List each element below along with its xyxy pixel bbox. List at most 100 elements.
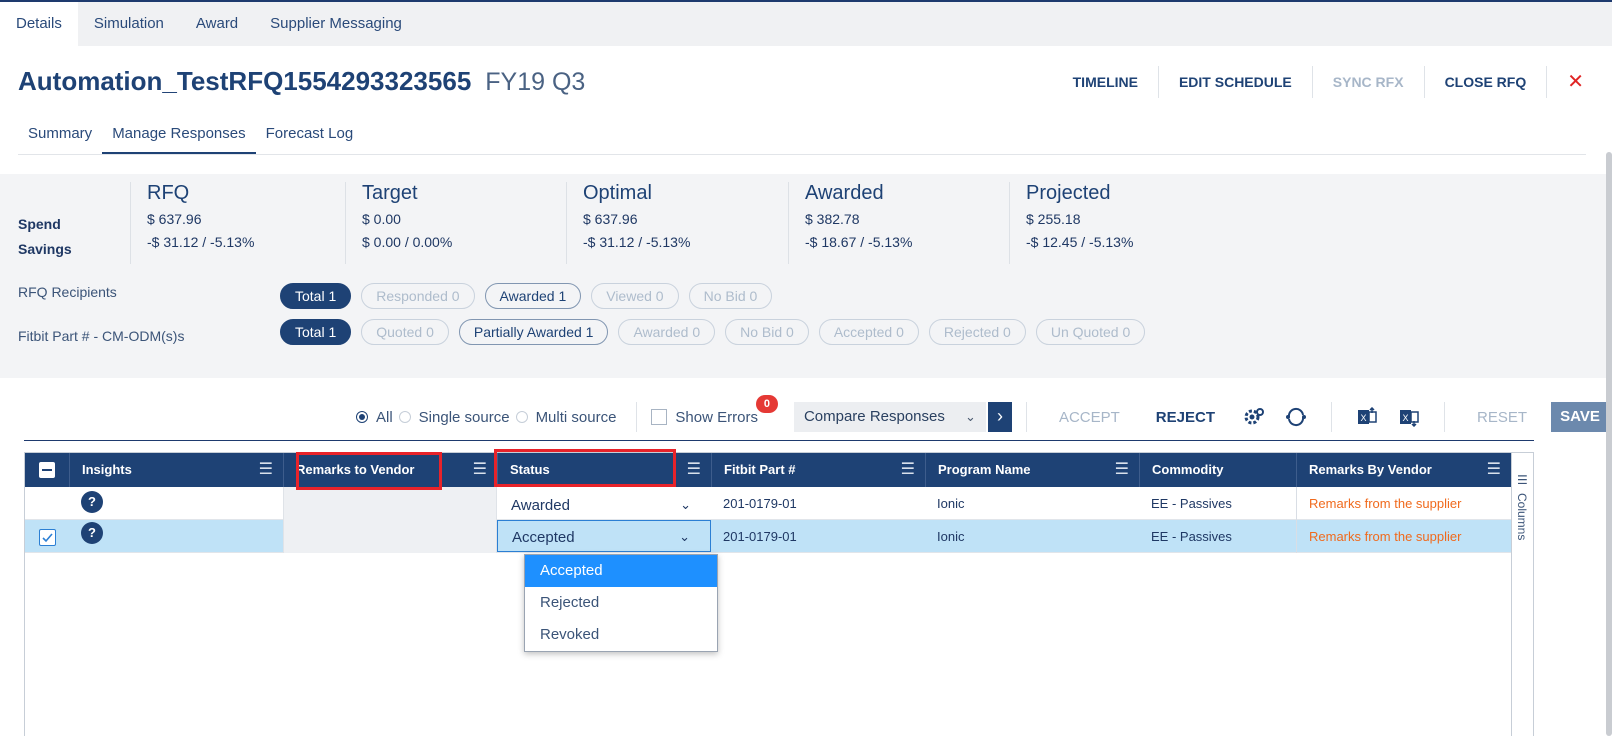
insights-help-icon[interactable]: ?	[81, 491, 103, 513]
pill-parts-total[interactable]: Total 1	[280, 319, 352, 345]
pill-recipients-responded[interactable]: Responded 0	[361, 283, 475, 309]
metric-title: Optimal	[583, 182, 652, 204]
radio-single-source[interactable]: Single source	[398, 409, 510, 426]
metric-target: Target $ 0.00 $ 0.00 / 0.00%	[345, 182, 565, 264]
annotation-highlight-status	[494, 449, 676, 487]
svg-text:X: X	[1360, 413, 1366, 423]
pill-parts-un-quoted[interactable]: Un Quoted 0	[1035, 319, 1146, 345]
pill-recipients-awarded[interactable]: Awarded 1	[484, 283, 582, 309]
column-menu-icon[interactable]: ☰	[259, 453, 273, 487]
pill-recipients-viewed[interactable]: Viewed 0	[591, 283, 679, 309]
column-menu-icon[interactable]: ☰	[473, 453, 487, 487]
reject-button[interactable]: REJECT	[1138, 409, 1233, 426]
metric-savings: $ 0.00 / 0.00%	[362, 234, 453, 250]
metric-awarded: Awarded $ 382.78 -$ 18.67 / -5.13%	[788, 182, 1008, 264]
column-header-label: Insights	[82, 462, 132, 477]
excel-export-icon[interactable]: X	[1346, 402, 1388, 432]
tab-details[interactable]: Details	[0, 2, 78, 46]
metric-spend: $ 255.18	[1026, 211, 1081, 227]
pill-parts-partially-awarded[interactable]: Partially Awarded 1	[458, 319, 609, 345]
status-value: Accepted	[512, 529, 575, 546]
row-checkbox[interactable]	[39, 529, 56, 546]
status-option-accepted[interactable]: Accepted	[525, 555, 717, 587]
metric-spend: $ 637.96	[147, 211, 202, 227]
pill-parts-no-bid[interactable]: No Bid 0	[725, 319, 809, 345]
tab-forecast-log[interactable]: Forecast Log	[256, 122, 364, 154]
column-menu-icon[interactable]: ☰	[687, 453, 701, 487]
show-errors-toggle[interactable]: Show Errors 0	[651, 394, 778, 426]
column-menu-icon[interactable]: ☰	[1487, 453, 1501, 487]
header-actions: TIMELINE EDIT SCHEDULE SYNC RFX CLOSE RF…	[1053, 66, 1592, 98]
pill-parts-awarded[interactable]: Awarded 0	[618, 319, 716, 345]
settings-gear-icon[interactable]	[1233, 402, 1275, 432]
edit-schedule-button[interactable]: EDIT SCHEDULE	[1159, 66, 1313, 98]
select-all-cell	[25, 453, 69, 487]
pill-parts-quoted[interactable]: Quoted 0	[361, 319, 449, 345]
table-row[interactable]: ? Accepted ⌄ 201-0179-01 Ionic EE - Pass…	[25, 520, 1511, 553]
column-header-insights[interactable]: Insights ☰	[69, 453, 283, 487]
remarks-to-vendor-cell[interactable]	[283, 520, 497, 553]
status-select[interactable]: Accepted ⌄	[497, 520, 711, 552]
annotation-highlight-remarks	[296, 452, 442, 490]
remarks-to-vendor-cell[interactable]	[283, 487, 497, 520]
column-header-label: Commodity	[1152, 462, 1224, 477]
timeline-button[interactable]: TIMELINE	[1053, 66, 1159, 98]
fitbit-part-cell: 201-0179-01	[723, 529, 797, 544]
page-title: Automation_TestRFQ1554293323565	[18, 66, 472, 96]
status-option-rejected[interactable]: Rejected	[525, 587, 717, 619]
sync-rfx-button[interactable]: SYNC RFX	[1313, 66, 1425, 98]
reset-button[interactable]: RESET	[1459, 409, 1545, 426]
pill-parts-accepted[interactable]: Accepted 0	[818, 319, 919, 345]
savings-label: Savings	[18, 241, 72, 257]
chevron-down-icon: ⌄	[965, 409, 976, 424]
metric-title: RFQ	[147, 182, 190, 204]
chevron-down-icon: ⌄	[680, 497, 691, 512]
columns-label: Columns	[1515, 493, 1529, 541]
table-row[interactable]: ? Awarded ⌄ 201-0179-01 Ionic EE - Passi…	[25, 487, 1511, 520]
toolbar-divider	[1330, 402, 1332, 432]
column-header-label: Remarks By Vendor	[1309, 462, 1432, 477]
column-header-commodity[interactable]: Commodity	[1139, 453, 1296, 487]
metric-savings: -$ 12.45 / -5.13%	[1026, 234, 1134, 250]
tab-award[interactable]: Award	[180, 2, 254, 46]
tab-summary[interactable]: Summary	[18, 122, 102, 154]
column-header-fitbit-part[interactable]: Fitbit Part # ☰	[711, 453, 925, 487]
metric-spend: $ 0.00	[362, 211, 401, 227]
insights-help-icon[interactable]: ?	[81, 522, 103, 544]
accept-button[interactable]: ACCEPT	[1041, 409, 1138, 426]
compare-responses-select[interactable]: Compare Responses ⌄	[793, 402, 986, 432]
radio-multi-source[interactable]: Multi source	[515, 409, 616, 426]
show-errors-label: Show Errors	[675, 408, 758, 426]
summary-panel: Spend Savings RFQ $ 637.96 -$ 31.12 / -5…	[0, 174, 1612, 378]
compare-go-button[interactable]: ›	[987, 402, 1012, 432]
save-button[interactable]: SAVE	[1551, 402, 1609, 432]
page-title-row: Automation_TestRFQ1554293323565 FY19 Q3	[18, 66, 585, 97]
radio-dot	[515, 411, 528, 423]
column-header-program-name[interactable]: Program Name ☰	[925, 453, 1139, 487]
fitbit-part-cell: 201-0179-01	[723, 496, 797, 511]
radio-all[interactable]: All	[356, 409, 393, 426]
metric-title: Awarded	[805, 182, 884, 204]
tab-supplier-messaging[interactable]: Supplier Messaging	[254, 2, 418, 46]
pill-recipients-total[interactable]: Total 1	[280, 283, 352, 309]
tab-manage-responses[interactable]: Manage Responses	[102, 122, 256, 154]
sync-icon[interactable]	[1275, 402, 1317, 432]
pill-recipients-no-bid[interactable]: No Bid 0	[688, 283, 773, 309]
excel-import-icon[interactable]: X	[1388, 402, 1430, 432]
columns-side-panel[interactable]: ☰ Columns	[1511, 453, 1533, 736]
metric-spend: $ 637.96	[583, 211, 638, 227]
column-menu-icon[interactable]: ☰	[901, 453, 915, 487]
show-errors-checkbox[interactable]	[651, 409, 668, 425]
status-option-revoked[interactable]: Revoked	[525, 619, 717, 651]
tab-simulation[interactable]: Simulation	[78, 2, 180, 46]
select-all-checkbox[interactable]	[39, 462, 55, 478]
page-scrollbar[interactable]	[1606, 152, 1612, 736]
close-icon[interactable]: ✕	[1547, 66, 1592, 98]
metric-savings: -$ 31.12 / -5.13%	[583, 234, 691, 250]
close-rfq-button[interactable]: CLOSE RFQ	[1425, 66, 1548, 98]
column-header-remarks-by-vendor[interactable]: Remarks By Vendor ☰	[1296, 453, 1511, 487]
program-name-cell: Ionic	[937, 529, 965, 544]
pill-parts-rejected[interactable]: Rejected 0	[928, 319, 1026, 345]
column-menu-icon[interactable]: ☰	[1115, 453, 1129, 487]
status-select[interactable]: Awarded ⌄	[497, 489, 711, 519]
